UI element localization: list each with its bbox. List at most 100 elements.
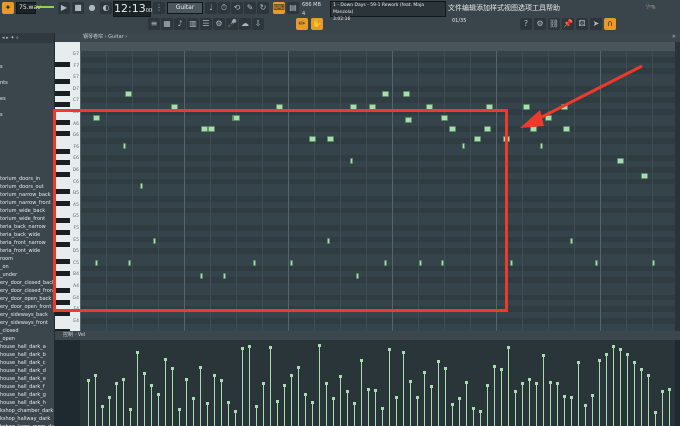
- velocity-bar[interactable]: [606, 353, 607, 426]
- velocity-handle[interactable]: [213, 373, 216, 377]
- dice-icon[interactable]: ⚄: [576, 18, 588, 30]
- velocity-bar[interactable]: [389, 349, 390, 426]
- wait-icon[interactable]: ⏱: [218, 2, 230, 14]
- browser-item[interactable]: es: [0, 95, 54, 103]
- velocity-bar[interactable]: [557, 383, 558, 426]
- velocity-handle[interactable]: [276, 399, 279, 403]
- velocity-handle[interactable]: [479, 409, 482, 413]
- velocity-bar[interactable]: [277, 400, 278, 426]
- velocity-handle[interactable]: [472, 406, 475, 410]
- velocity-handle[interactable]: [549, 381, 552, 385]
- velocity-bar[interactable]: [515, 391, 516, 426]
- velocity-bar[interactable]: [109, 396, 110, 426]
- velocity-bar[interactable]: [403, 352, 404, 426]
- velocity-bar[interactable]: [319, 345, 320, 426]
- browser-item[interactable]: teria_front_narrow: [0, 239, 54, 247]
- browser-item[interactable]: [0, 135, 54, 143]
- vertical-scrollbar[interactable]: [675, 42, 680, 331]
- velocity-handle[interactable]: [437, 359, 440, 363]
- velocity-handle[interactable]: [290, 374, 293, 378]
- velocity-handle[interactable]: [171, 366, 174, 370]
- velocity-handle[interactable]: [129, 407, 132, 411]
- browser-item[interactable]: torium_narrow_front: [0, 199, 54, 207]
- velocity-bar[interactable]: [130, 408, 131, 426]
- velocity-bar[interactable]: [599, 360, 600, 426]
- velocity-handle[interactable]: [192, 396, 195, 400]
- note[interactable]: [540, 143, 543, 149]
- play-icon[interactable]: ▶: [58, 2, 70, 14]
- metronome-icon[interactable]: ♩: [205, 2, 217, 14]
- help-icon[interactable]: ?: [520, 18, 532, 30]
- close-icon[interactable]: ✕: [672, 33, 676, 42]
- note[interactable]: [382, 91, 389, 97]
- velocity-handle[interactable]: [661, 390, 664, 394]
- velocity-bar[interactable]: [585, 404, 586, 426]
- pattern-name-display[interactable]: 75.wav: [16, 2, 41, 14]
- velocity-handle[interactable]: [402, 351, 405, 355]
- velocity-handle[interactable]: [395, 396, 398, 400]
- browser-item[interactable]: house_hall_dark_a: [0, 343, 54, 351]
- browser-item[interactable]: house_hall_dark_c: [0, 359, 54, 367]
- velocity-handle[interactable]: [556, 382, 559, 386]
- velocity-bar[interactable]: [137, 352, 138, 426]
- velocity-handle[interactable]: [430, 384, 433, 388]
- velocity-bar[interactable]: [669, 388, 670, 426]
- cloud-icon[interactable]: ☁: [239, 18, 251, 30]
- velocity-bar[interactable]: [214, 374, 215, 426]
- velocity-handle[interactable]: [283, 383, 286, 387]
- plugin-icon[interactable]: ⚙: [213, 18, 225, 30]
- velocity-bar[interactable]: [655, 412, 656, 426]
- velocity-bar[interactable]: [529, 379, 530, 426]
- playlist-icon[interactable]: ▥: [187, 18, 199, 30]
- velocity-handle[interactable]: [164, 358, 167, 362]
- velocity-handle[interactable]: [577, 361, 580, 364]
- velocity-bar[interactable]: [522, 383, 523, 426]
- velocity-bar[interactable]: [165, 359, 166, 426]
- browser-item[interactable]: ery_door_open_back: [0, 295, 54, 303]
- velocity-handle[interactable]: [514, 390, 517, 394]
- velocity-bar[interactable]: [571, 397, 572, 426]
- note[interactable]: [403, 91, 410, 97]
- browser-item[interactable]: house_hall_dark_g: [0, 391, 54, 399]
- velocity-handle[interactable]: [605, 352, 608, 356]
- velocity-handle[interactable]: [311, 401, 314, 405]
- velocity-bar[interactable]: [242, 348, 243, 426]
- browser-item[interactable]: teria_front_wide: [0, 247, 54, 255]
- render-icon[interactable]: ⇩: [252, 18, 264, 30]
- velocity-handle[interactable]: [241, 347, 244, 351]
- velocity-handle[interactable]: [220, 378, 223, 382]
- velocity-bar[interactable]: [263, 382, 264, 426]
- arrow-icon[interactable]: ➤: [590, 18, 602, 30]
- browser-item[interactable]: ery_door_closed_front: [0, 287, 54, 295]
- velocity-bar[interactable]: [179, 408, 180, 426]
- browser-item[interactable]: [0, 151, 54, 159]
- velocity-handle[interactable]: [570, 396, 573, 400]
- time-display[interactable]: 12:1300: [113, 1, 152, 17]
- velocity-bar[interactable]: [95, 374, 96, 426]
- browser-item[interactable]: torium_doors_in: [0, 175, 54, 183]
- velocity-handle[interactable]: [122, 377, 125, 381]
- link-icon[interactable]: ⛓: [548, 18, 560, 30]
- browser-item[interactable]: nts: [0, 79, 54, 87]
- velocity-bar[interactable]: [333, 397, 334, 426]
- velocity-bar[interactable]: [487, 385, 488, 426]
- browser-item[interactable]: _open: [0, 335, 54, 343]
- browser-item[interactable]: house_hall_dark_e: [0, 375, 54, 383]
- velocity-handle[interactable]: [199, 365, 202, 369]
- velocity-handle[interactable]: [94, 373, 97, 377]
- browser-item[interactable]: [0, 47, 54, 55]
- velocity-bar[interactable]: [326, 382, 327, 426]
- browser-item[interactable]: torium_wide_back: [0, 207, 54, 215]
- velocity-bar[interactable]: [207, 402, 208, 426]
- velocity-handle[interactable]: [143, 371, 146, 375]
- browser-item[interactable]: [0, 71, 54, 79]
- velocity-handle[interactable]: [640, 368, 643, 372]
- velocity-bar[interactable]: [368, 389, 369, 426]
- velocity-bar[interactable]: [424, 371, 425, 426]
- velocity-bar[interactable]: [445, 368, 446, 426]
- velocity-handle[interactable]: [528, 378, 531, 382]
- velocity-bar[interactable]: [172, 367, 173, 426]
- velocity-bar[interactable]: [452, 404, 453, 426]
- browser-item[interactable]: _on: [0, 263, 54, 271]
- browser-item[interactable]: ery_sideways_front: [0, 319, 54, 327]
